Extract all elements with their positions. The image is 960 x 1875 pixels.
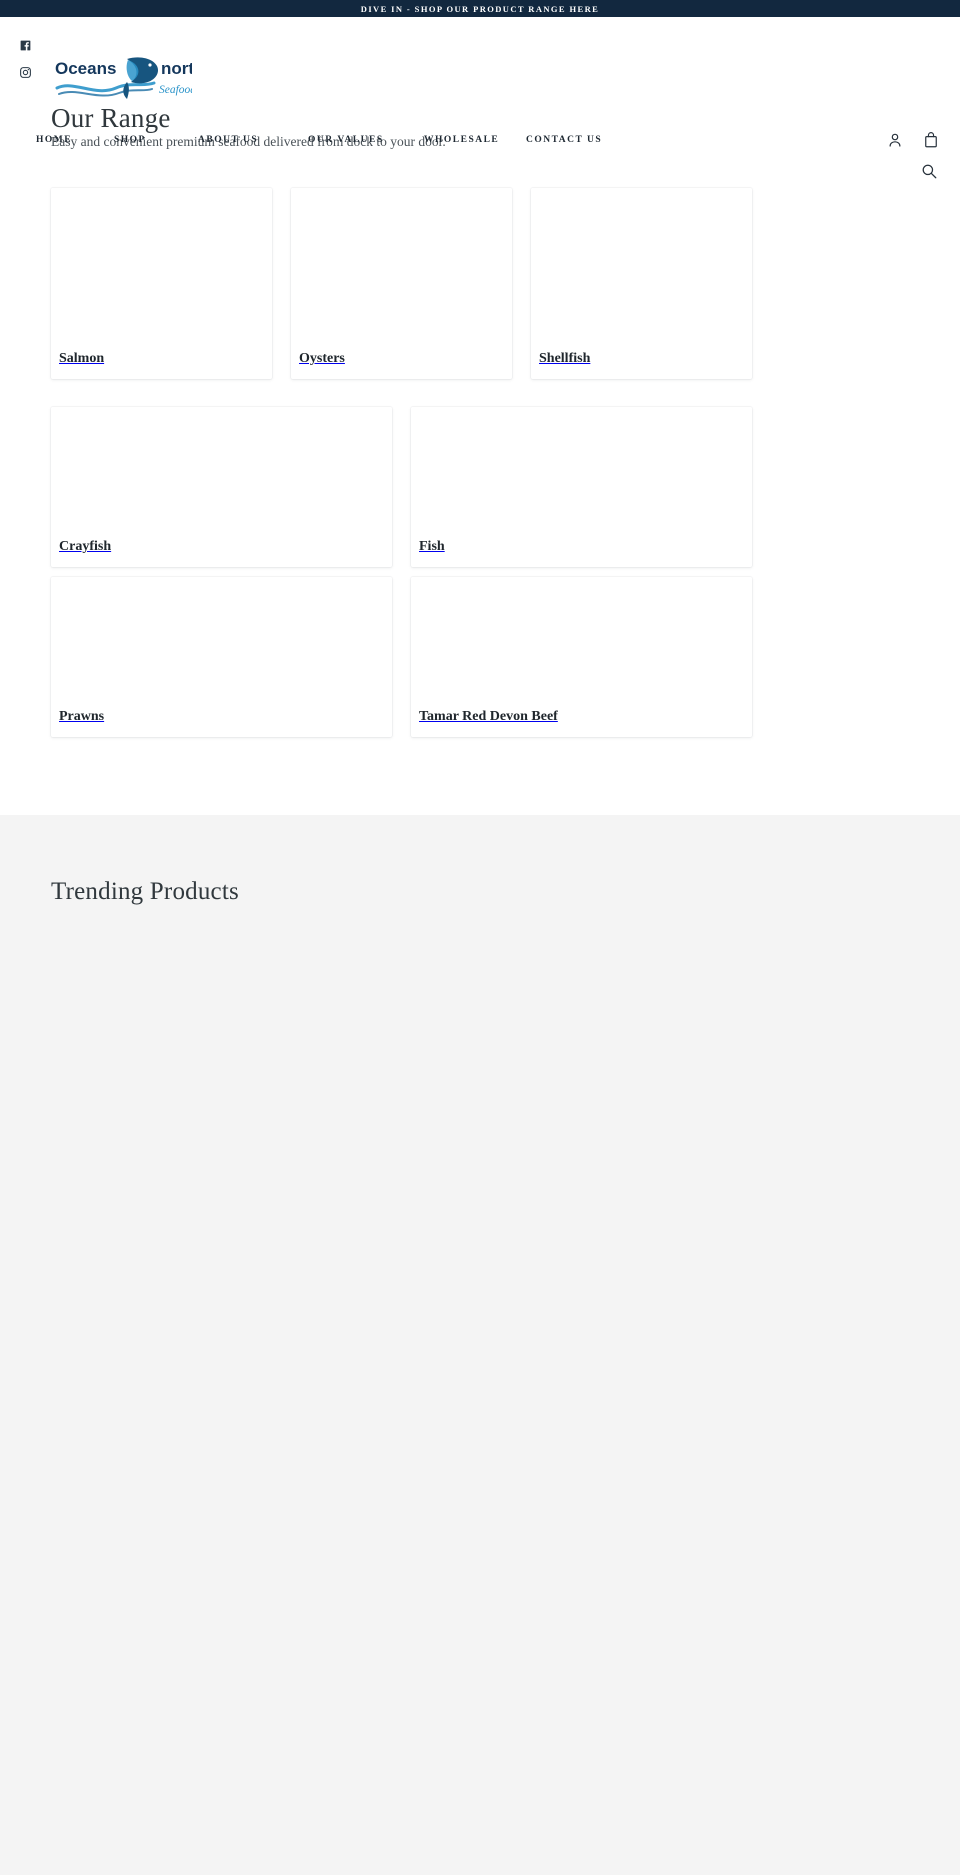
- collection-title: Crayfish: [59, 539, 112, 554]
- account-icon[interactable]: [886, 131, 904, 149]
- site-header: Oceans north Seafood Our Range Easy and …: [0, 17, 960, 180]
- collection-card[interactable]: Tamar Red Devon Beef: [411, 577, 752, 737]
- collection-image: [51, 407, 392, 527]
- nav-item-contact-us[interactable]: CONTACT US: [526, 135, 616, 145]
- svg-text:north: north: [161, 59, 192, 78]
- collection-title: Tamar Red Devon Beef: [419, 709, 558, 724]
- cart-icon[interactable]: [922, 131, 940, 149]
- collection-card[interactable]: Shellfish: [531, 188, 752, 379]
- collection-title: Salmon: [59, 351, 105, 366]
- collection-image: [411, 407, 752, 527]
- nav-item-shop[interactable]: SHOP: [114, 135, 198, 145]
- main-navigation: HOME SHOP ABOUT US OUR VALUES WHOLESALE …: [36, 135, 616, 145]
- instagram-icon[interactable]: [19, 66, 32, 79]
- trending-products-section: Trending Products: [0, 815, 960, 1875]
- nav-item-about-us[interactable]: ABOUT US: [198, 135, 308, 145]
- facebook-icon[interactable]: [19, 39, 32, 52]
- nav-item-our-values[interactable]: OUR VALUES: [308, 135, 424, 145]
- collection-title: Oysters: [299, 351, 345, 366]
- collections-grid: Salmon Oysters Shellfish Crayfish Fish P…: [0, 188, 960, 737]
- trending-products-title: Trending Products: [51, 878, 239, 905]
- collection-card[interactable]: Fish: [411, 407, 752, 567]
- nav-item-home[interactable]: HOME: [36, 135, 114, 145]
- trending-products-grid: [51, 935, 909, 1795]
- collection-card[interactable]: Oysters: [291, 188, 512, 379]
- collection-title: Fish: [419, 539, 445, 554]
- collections-row-three: Prawns Tamar Red Devon Beef: [51, 577, 909, 737]
- collection-image: [411, 577, 752, 697]
- collection-card[interactable]: Salmon: [51, 188, 272, 379]
- site-logo[interactable]: Oceans north Seafood: [52, 51, 192, 107]
- collection-image: [531, 188, 752, 339]
- header-actions: [886, 131, 940, 149]
- collections-row-two: Crayfish Fish: [51, 407, 909, 567]
- svg-text:Seafood: Seafood: [159, 84, 192, 96]
- collection-card[interactable]: Prawns: [51, 577, 392, 737]
- page-title: Our Range: [51, 103, 171, 133]
- collection-image: [291, 188, 512, 339]
- collection-card[interactable]: Crayfish: [51, 407, 392, 567]
- svg-text:Oceans: Oceans: [55, 59, 116, 78]
- search-icon[interactable]: [920, 162, 938, 180]
- collections-row-one: Salmon Oysters Shellfish: [51, 188, 909, 379]
- social-links: [16, 39, 34, 79]
- collection-title: Shellfish: [539, 351, 591, 366]
- announcement-text: DIVE IN - SHOP OUR PRODUCT RANGE HERE: [360, 3, 600, 14]
- collection-image: [51, 188, 272, 339]
- announcement-bar[interactable]: DIVE IN - SHOP OUR PRODUCT RANGE HERE: [0, 0, 960, 17]
- nav-item-wholesale[interactable]: WHOLESALE: [424, 135, 526, 145]
- collection-title: Prawns: [59, 709, 105, 724]
- collection-image: [51, 577, 392, 697]
